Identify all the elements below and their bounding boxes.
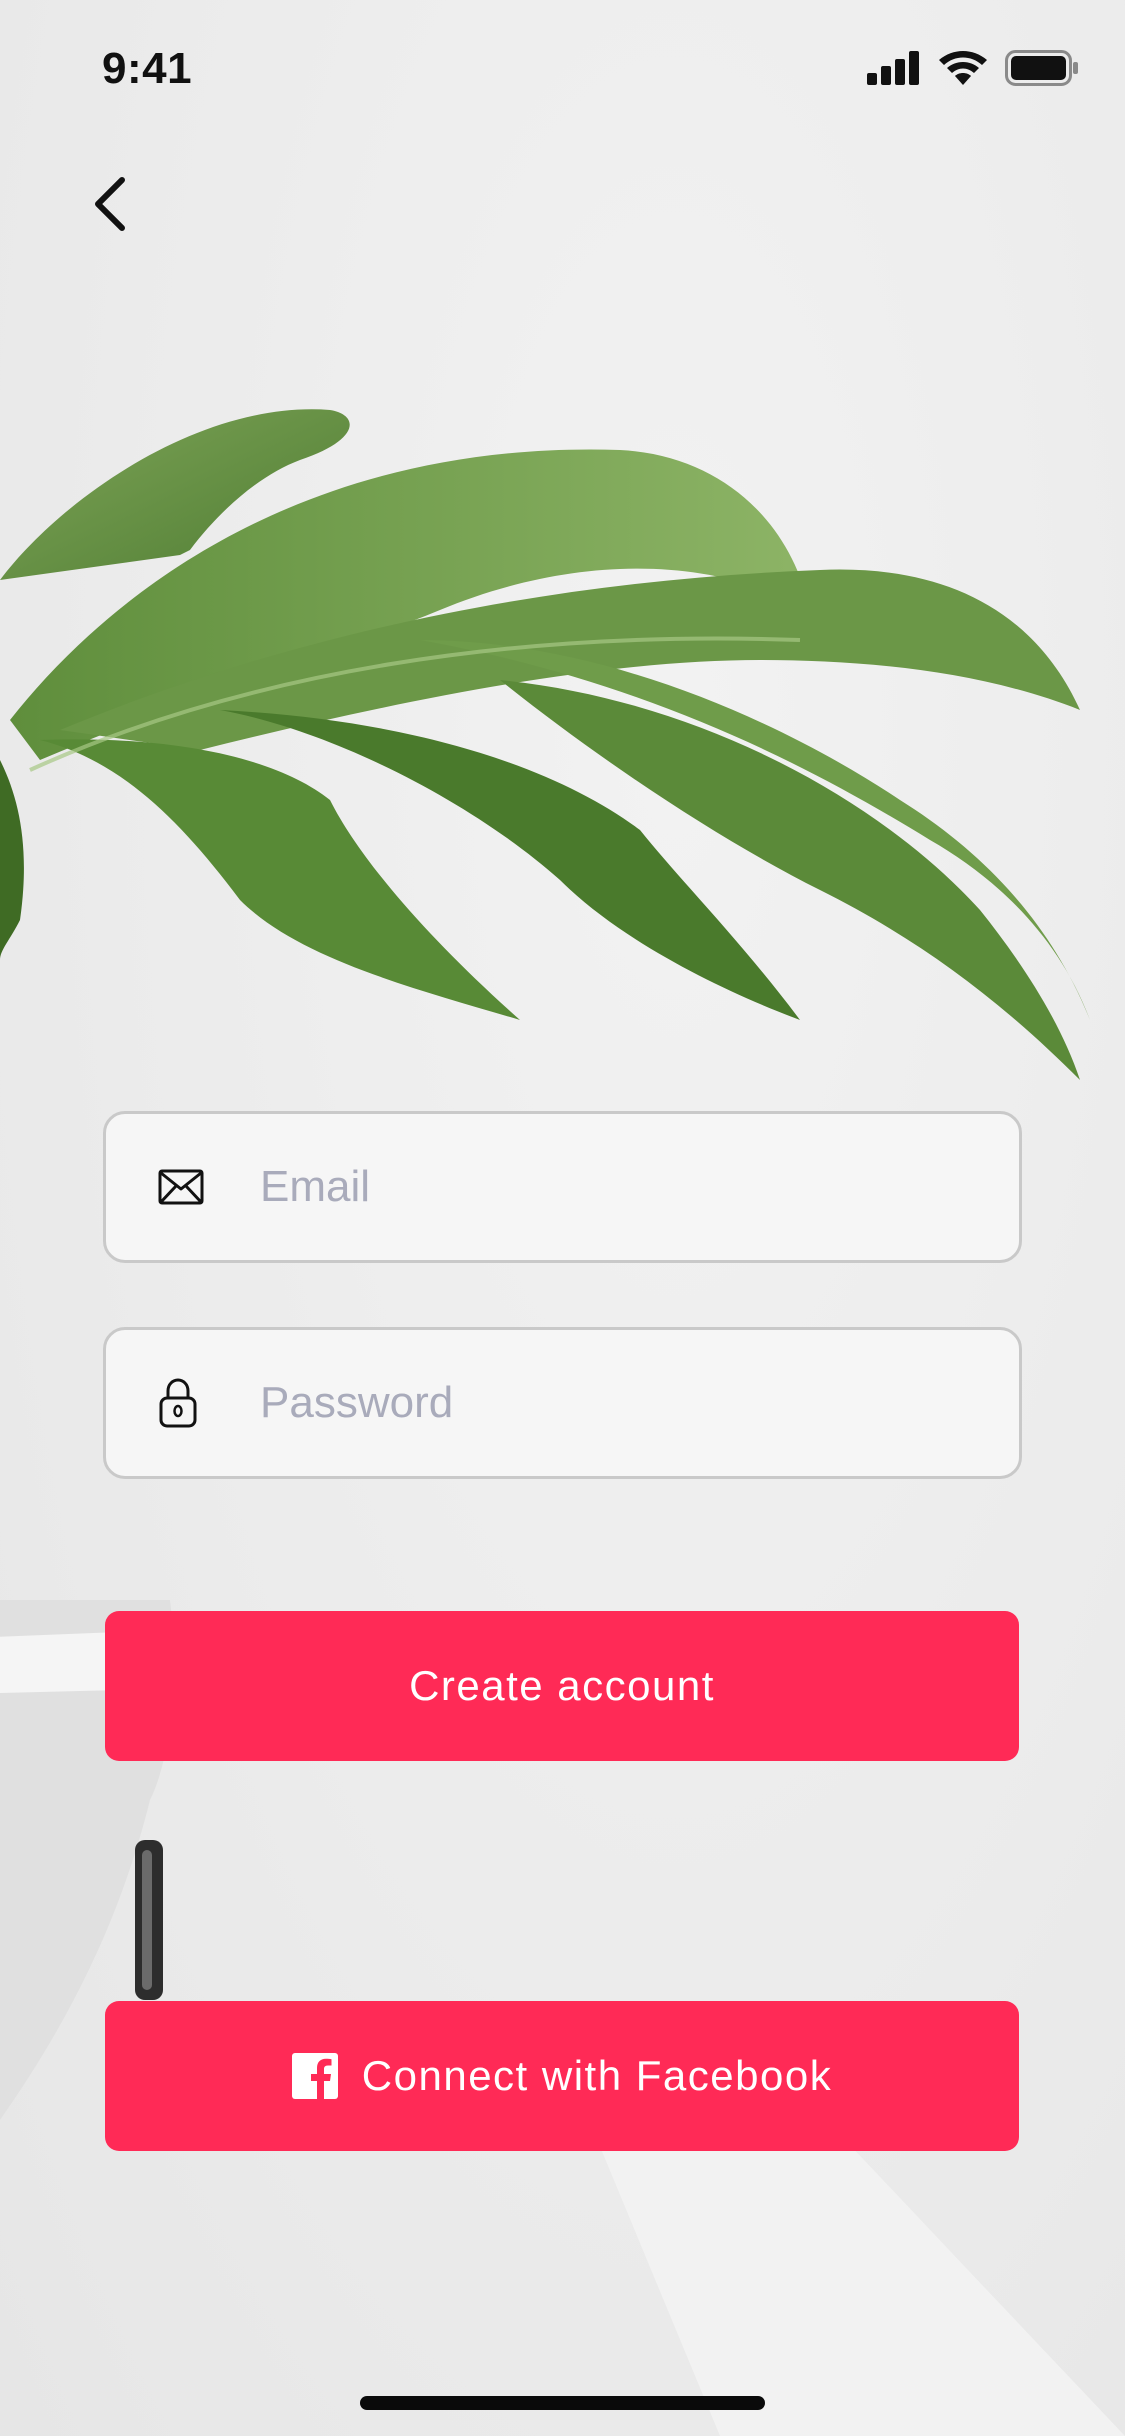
- monstera-leaf-image: [0, 409, 1090, 1080]
- email-field[interactable]: [103, 1111, 1022, 1263]
- create-account-label: Create account: [409, 1662, 715, 1709]
- connect-facebook-label: Connect with Facebook: [361, 2052, 833, 2099]
- status-bar: 9:41: [0, 0, 1125, 140]
- battery-icon: [1005, 50, 1078, 86]
- create-account-button[interactable]: Create account: [105, 1611, 1019, 1761]
- facebook-icon: [291, 2053, 338, 2099]
- home-indicator[interactable]: [360, 2396, 765, 2410]
- back-button[interactable]: [78, 168, 142, 240]
- envelope-icon: [158, 1169, 204, 1205]
- password-input[interactable]: [258, 1330, 989, 1476]
- wifi-icon: [939, 51, 987, 85]
- email-input[interactable]: [258, 1114, 989, 1260]
- password-field[interactable]: [103, 1327, 1022, 1479]
- connect-facebook-button[interactable]: Connect with Facebook: [105, 2001, 1019, 2151]
- chevron-left-icon: [95, 177, 125, 231]
- status-time: 9:41: [102, 44, 193, 93]
- lock-icon: [159, 1378, 197, 1428]
- signal-icon: [867, 51, 919, 85]
